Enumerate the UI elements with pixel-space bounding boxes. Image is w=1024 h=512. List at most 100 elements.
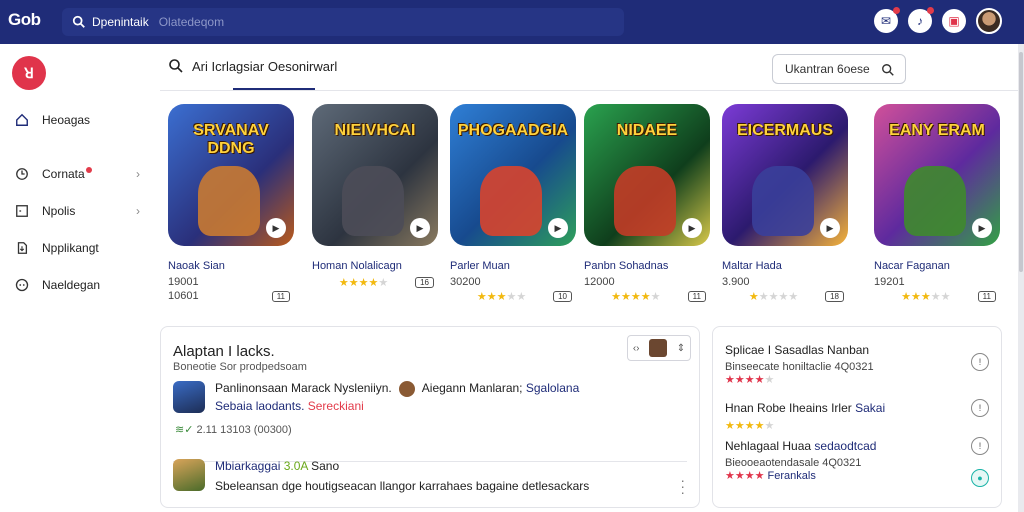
top-search-bar[interactable]: Dpenintaik Olatedeqom — [62, 8, 624, 36]
rating-item[interactable]: Hnan Robe Iheains Irler Sakai ★★★★★ ! — [725, 399, 989, 432]
game-count: 3.900 — [722, 276, 750, 288]
home-icon — [14, 112, 30, 128]
sidebar-item-library[interactable]: Npolis › — [14, 201, 140, 221]
game-character — [198, 166, 260, 236]
game-card[interactable]: PHOGAADGIA ▶ Parler Muan 30200 ★★★★★ 10 — [450, 104, 590, 303]
chevron-icon: ‹› — [632, 342, 640, 354]
search-icon — [882, 64, 894, 76]
search-icon — [72, 15, 85, 28]
age-badge: 11 — [977, 291, 996, 302]
content-search[interactable]: Ari Icrlagsiar Oesonirwarl — [168, 58, 338, 90]
avatar — [173, 459, 205, 491]
review-item[interactable]: Panlinonsaan Marack Nysleniiyn. Aiegann … — [173, 381, 579, 436]
game-thumbnail[interactable]: EANY ERAM ▶ — [874, 104, 1000, 246]
filter-label: Ukantran 6oese — [785, 62, 870, 76]
content-search-label: Ari Icrlagsiar Oesonirwarl — [192, 58, 338, 74]
review-line: Sebaia laodants. — [215, 399, 305, 413]
game-name: Maltar Hada — [722, 260, 782, 272]
sidebar: ꓤ Heoagas Cornata › Npolis › Npplikangt … — [0, 44, 160, 512]
play-icon[interactable]: ▶ — [682, 218, 702, 238]
info-icon[interactable]: ! — [971, 353, 989, 371]
scrollbar[interactable] — [1018, 44, 1024, 512]
star-rating: ★★★★★ — [748, 291, 799, 303]
square-icon — [14, 203, 30, 219]
sidebar-item-games[interactable]: Naeldegan — [14, 275, 140, 295]
review-item[interactable]: Mbiarkaggai 3.0A Sano Sbeleansan dge hou… — [173, 459, 589, 493]
game-thumbnail[interactable]: PHOGAADGIA ▶ — [450, 104, 576, 246]
game-card[interactable]: EANY ERAM ▶ Nacar Faganan 19201 ★★★★★ 11 — [874, 104, 1014, 303]
game-art-title: NIEIVHCAI — [334, 122, 416, 139]
age-badge: 10 — [553, 291, 572, 302]
game-character — [614, 166, 676, 236]
rating-title-highlight: sedaodtcad — [814, 439, 877, 453]
game-thumbnail[interactable]: SRVANAV DDNG ▶ — [168, 104, 294, 246]
game-thumbnail[interactable]: EICERMAUS ▶ — [722, 104, 848, 246]
game-thumbnail[interactable]: NIDAEE ▶ — [584, 104, 710, 246]
ratings-panel: Splicae I Sasadlas Nanban Binseecate hon… — [712, 326, 1002, 508]
brand-logo-icon[interactable]: ꓤ — [12, 56, 46, 90]
play-icon[interactable]: ▶ — [820, 218, 840, 238]
chevron-right-icon: › — [136, 204, 140, 218]
game-thumbnail[interactable]: NIEIVHCAI ▶ — [312, 104, 438, 246]
rating-title: Hnan Robe Iheains Irler — [725, 401, 852, 415]
dropdown-thumbnail — [649, 339, 668, 357]
review-link[interactable]: Sereckiani — [308, 399, 364, 413]
review-game: Aiegann Manlaran; — [421, 381, 523, 396]
bell-icon[interactable]: ♪ — [908, 7, 934, 33]
download-icon — [14, 240, 30, 256]
star-rating: ★★★★★ — [338, 277, 389, 289]
money-icon: ≋✓ — [175, 424, 194, 436]
age-badge: 18 — [825, 291, 844, 302]
sidebar-item-home[interactable]: Heoagas — [14, 110, 140, 130]
game-count: 19001 — [168, 276, 199, 288]
chevron-right-icon: › — [136, 167, 140, 181]
review-score: 3.0A — [283, 459, 308, 473]
top-search-value: Dpenintaik — [92, 15, 149, 29]
star-rating: ★★★★ Ferankals — [725, 470, 816, 482]
play-icon[interactable]: ▶ — [972, 218, 992, 238]
sidebar-item-downloads[interactable]: Npplikangt — [14, 238, 140, 258]
gift-icon[interactable]: ▣ — [942, 9, 966, 33]
game-name: Naoak Sian — [168, 260, 225, 272]
review-tag[interactable]: Sgalolana — [526, 381, 579, 395]
sort-dropdown[interactable]: ‹› ⇕ — [627, 335, 691, 361]
game-name: Homan Nolalicagn — [312, 260, 402, 272]
play-icon[interactable]: ▶ — [548, 218, 568, 238]
age-badge: 11 — [271, 290, 290, 302]
info-icon[interactable]: ! — [971, 399, 989, 417]
panel-title: Alaptan I lacks. — [173, 343, 275, 360]
game-character — [480, 166, 542, 236]
game-card[interactable]: SRVANAV DDNG ▶ Naoak Sian 19001 10601 11 — [168, 104, 308, 302]
rating-item[interactable]: Nehlagaal Huaa sedaodtcad Bieooeaotendas… — [725, 437, 989, 487]
game-art-title: PHOGAADGIA — [457, 122, 569, 139]
game-count: 30200 — [450, 276, 481, 288]
sidebar-item-label: Naeldegan — [42, 278, 101, 292]
rating-extra[interactable]: Ferankals — [768, 470, 816, 482]
review-author: Panlinonsaan Marack Nysleniiyn. — [215, 381, 392, 396]
game-card[interactable]: EICERMAUS ▶ Maltar Hada 3.900 ★★★★★ 18 — [722, 104, 862, 303]
reviews-panel: Alaptan I lacks. Boneotie Sor prodpedsoa… — [160, 326, 700, 508]
game-card[interactable]: NIDAEE ▶ Panbn Sohadnas 12000 ★★★★★ 11 — [584, 104, 724, 303]
game-card[interactable]: NIEIVHCAI ▶ Homan Nolalicagn ★★★★★ 16 — [312, 104, 452, 289]
more-options-icon[interactable]: · · · — [680, 473, 685, 499]
install-icon[interactable]: ● — [971, 469, 989, 487]
chat-icon[interactable]: ✉ — [874, 7, 900, 33]
rating-title: Splicae I Sasadlas Nanban — [725, 343, 870, 357]
game-count: 12000 — [584, 276, 615, 288]
play-icon[interactable]: ▶ — [410, 218, 430, 238]
star-rating: ★★★★★ — [476, 291, 527, 303]
game-character — [342, 166, 404, 236]
game-count: 19201 — [874, 276, 905, 288]
rating-item[interactable]: Splicae I Sasadlas Nanban Binseecate hon… — [725, 343, 989, 386]
game-name: Parler Muan — [450, 260, 510, 272]
rating-sub: Binseecate honiltaclie 4Q0321 — [725, 361, 874, 373]
play-icon[interactable]: ▶ — [266, 218, 286, 238]
sidebar-item-label: Npolis — [42, 204, 76, 218]
filter-search-box[interactable]: Ukantran 6oese — [772, 54, 906, 84]
info-icon[interactable]: ! — [971, 437, 989, 455]
rating-title: Nehlagaal Huaa — [725, 439, 812, 453]
app-logo[interactable]: Gob — [8, 10, 41, 30]
profile-avatar[interactable] — [976, 8, 1002, 34]
sidebar-item-recent[interactable]: Cornata › — [14, 164, 140, 184]
scrollbar-thumb[interactable] — [1019, 52, 1023, 272]
